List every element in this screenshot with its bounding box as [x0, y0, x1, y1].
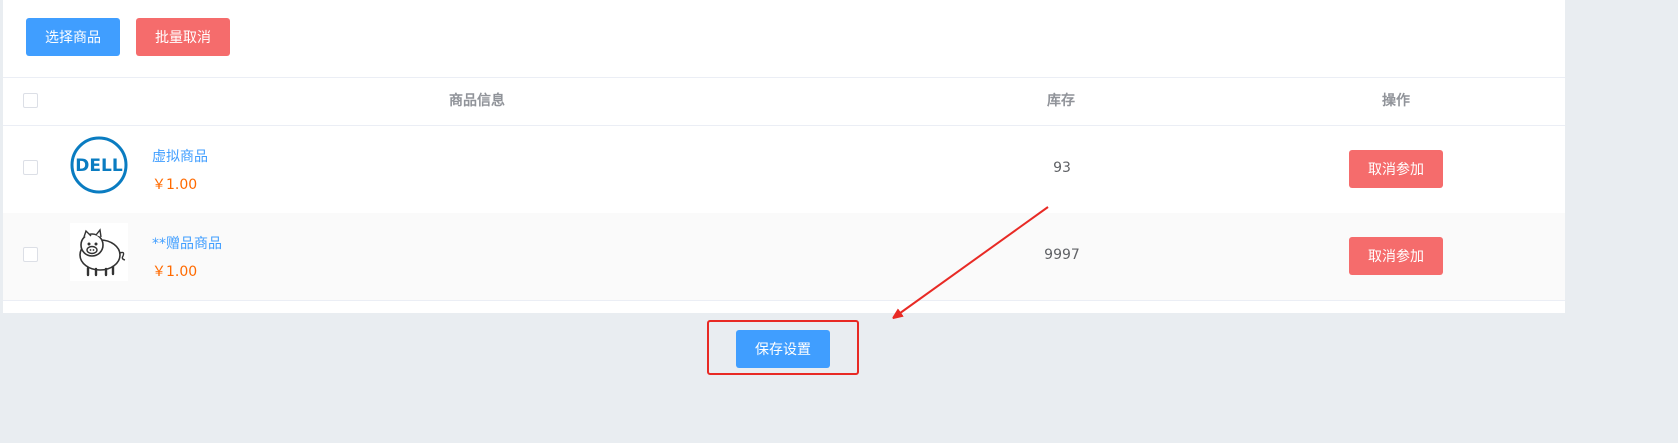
goods-name-link[interactable]: 虚拟商品: [152, 146, 208, 166]
dell-logo-icon: DELL: [70, 136, 128, 194]
header-goods-info: 商品信息: [449, 93, 505, 109]
batch-cancel-button[interactable]: 批量取消: [136, 18, 230, 56]
cancel-participation-button[interactable]: 取消参加: [1349, 237, 1443, 275]
cancel-participation-button[interactable]: 取消参加: [1349, 150, 1443, 188]
svg-text:DELL: DELL: [75, 156, 123, 176]
table-row: DELL 虚拟商品 ￥1.00 93 取消参加: [3, 126, 1565, 214]
save-settings-button[interactable]: 保存设置: [736, 330, 830, 368]
header-stock: 库存: [1047, 93, 1075, 109]
goods-price: ￥1.00: [152, 177, 198, 193]
goods-panel: 选择商品 批量取消 商品信息 库存 操作 DELL 虚拟商品 ￥1.00 93 …: [3, 0, 1565, 313]
select-goods-button[interactable]: 选择商品: [26, 18, 120, 56]
table-header: 商品信息 库存 操作: [3, 78, 1565, 126]
row-checkbox[interactable]: [23, 247, 38, 262]
header-operation: 操作: [1382, 93, 1410, 109]
pig-icon: [70, 223, 128, 281]
row-checkbox[interactable]: [23, 160, 38, 175]
toolbar: 选择商品 批量取消: [3, 0, 1565, 78]
goods-stock: 9997: [1044, 247, 1080, 263]
table-row: **赠品商品 ￥1.00 9997 取消参加: [3, 213, 1565, 301]
goods-stock: 93: [1053, 160, 1071, 176]
goods-name-link[interactable]: **赠品商品: [152, 233, 222, 253]
goods-price: ￥1.00: [152, 264, 198, 280]
select-all-checkbox[interactable]: [23, 93, 38, 108]
